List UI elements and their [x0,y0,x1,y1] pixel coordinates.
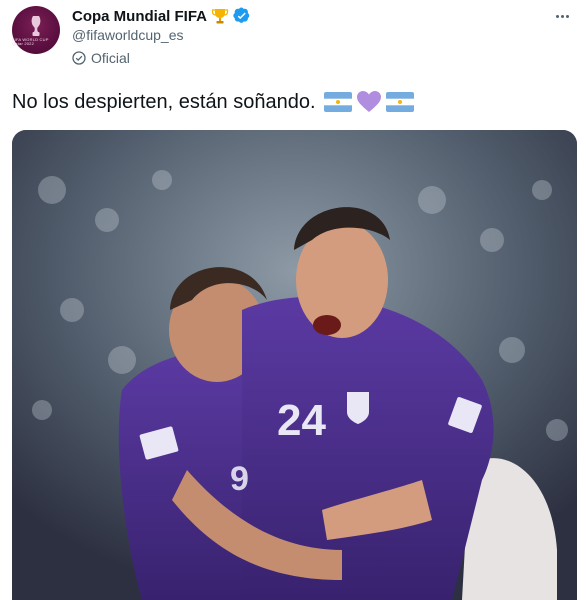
world-cup-trophy-icon [31,15,41,36]
tweet-photo[interactable]: 24 9 [12,130,577,600]
tweet-emojis [323,90,414,114]
trophy-icon [211,9,229,24]
verified-badge-icon [233,7,250,23]
jersey-number-9: 9 [230,460,249,498]
flag-argentina-icon [385,92,414,112]
tweet-text: No los despierten, están soñando. [12,90,414,114]
flag-argentina-icon [323,92,352,112]
name-row: Copa Mundial FIFA [72,6,251,26]
photo-illustration: 24 9 [12,130,577,600]
avatar-caption: FIFA WORLD CUP Qatar 2022 [12,36,49,46]
avatar[interactable]: FIFA WORLD CUP Qatar 2022 [12,6,60,54]
jersey-number-24: 24 [277,396,326,445]
display-name[interactable]: Copa Mundial FIFA [72,8,207,25]
tweet-card: FIFA WORLD CUP Qatar 2022 Copa Mundial F… [0,0,586,600]
tweet-text-content: No los despierten, están soñando. [12,90,316,113]
purple-heart-icon [356,91,381,112]
official-check-icon [72,51,86,65]
user-handle[interactable]: @fifaworldcup_es [72,27,184,43]
official-label-text: Oficial [91,50,130,66]
more-options-icon[interactable] [552,8,572,24]
official-label: Oficial [72,50,130,66]
